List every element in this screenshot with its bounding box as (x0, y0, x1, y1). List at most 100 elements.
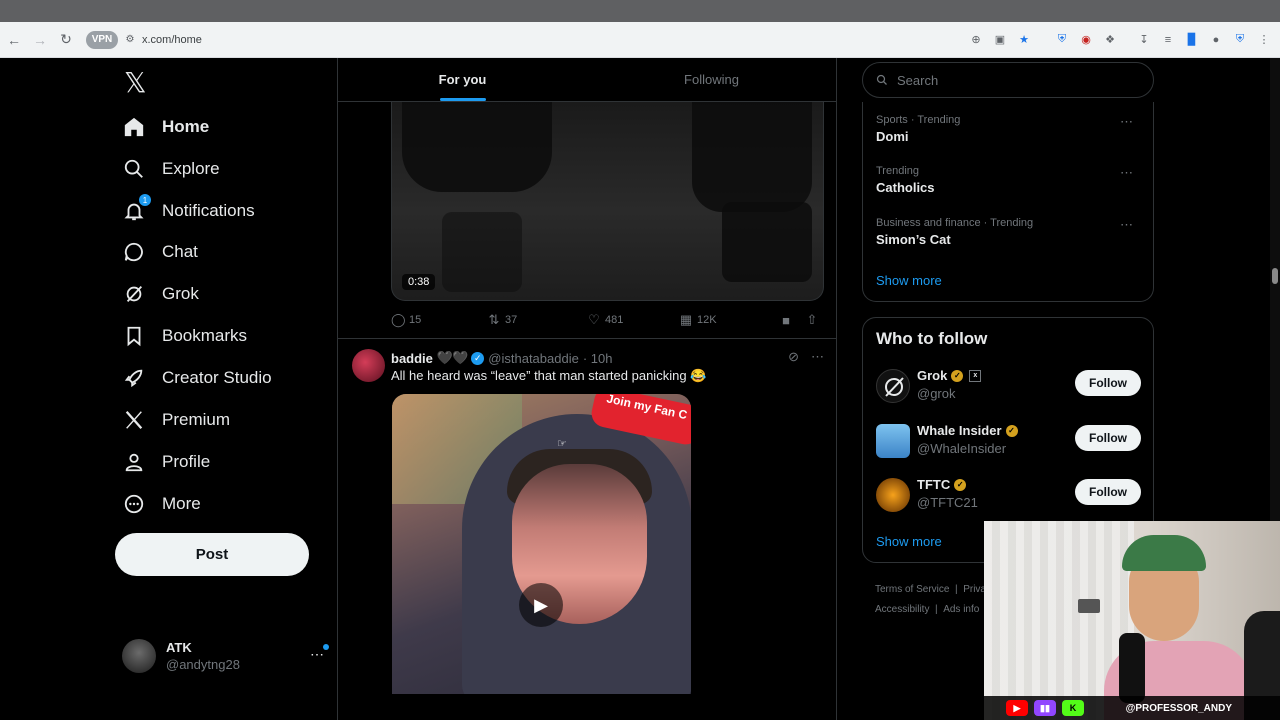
download-icon[interactable]: ↧ (1134, 30, 1154, 50)
accessibility-link[interactable]: Accessibility (875, 604, 929, 615)
follow-button[interactable]: Follow (1075, 370, 1141, 396)
follow-button[interactable]: Follow (1075, 425, 1141, 451)
trend-category: Trending (876, 165, 920, 177)
forward-icon[interactable]: → (28, 28, 52, 52)
vpn-shield-icon[interactable]: ⛨ (1230, 30, 1250, 50)
x-logo-icon[interactable]: 𝕏 (124, 66, 150, 99)
terms-link[interactable]: Terms of Service (875, 584, 949, 595)
rocket-icon (122, 366, 146, 390)
more-horizontal-icon[interactable]: ⋯ (1120, 165, 1133, 181)
repost-button[interactable]: ⇅ 37 (487, 312, 587, 328)
nav-explore[interactable]: Explore (122, 149, 220, 189)
nav-profile[interactable]: Profile (122, 442, 210, 482)
nav-bookmarks[interactable]: Bookmarks (122, 316, 247, 356)
tweet-actions: ◯ 15 ⇅ 37 ♡ 481 ▦ 12K ■ ⇧ (391, 312, 824, 328)
share-button[interactable]: ⇧ (805, 312, 823, 328)
nav-more[interactable]: More (122, 484, 201, 524)
vpn-toggle[interactable]: VPN (86, 30, 118, 49)
bookmark-button[interactable]: ■ (779, 313, 805, 328)
ublock-icon[interactable]: ◉ (1076, 30, 1096, 50)
like-button[interactable]: ♡ 481 (587, 312, 679, 328)
youtube-icon: ▶ (1006, 700, 1028, 716)
trend-item[interactable]: Trending Catholics ⋯ (876, 165, 1141, 195)
tweet-text: All he heard was “leave” that man starte… (391, 368, 707, 383)
post-button[interactable]: Post (115, 533, 309, 576)
video-shape (692, 102, 812, 212)
video-player[interactable]: 0:38 (391, 102, 824, 301)
nav-chat[interactable]: Chat (122, 232, 198, 272)
install-icon[interactable]: ▣ (990, 30, 1010, 50)
tweet-time[interactable]: · 10h (583, 351, 613, 366)
suggestion-name: TFTC (917, 477, 951, 492)
verified-icon: ✓ (471, 351, 485, 365)
video-player[interactable]: Join my Fan C ☞ ▶ (392, 394, 691, 694)
views-button[interactable]: ▦ 12K (679, 312, 779, 328)
tweet[interactable]: baddie 🖤🖤 ✓ @isthatabaddie · 10h ⊘ ⋯ All… (338, 339, 836, 720)
more-horizontal-icon[interactable]: ⋯ (1120, 217, 1133, 233)
follow-suggestion[interactable]: TFTC ✓ @TFTC21 Follow (876, 475, 1141, 515)
scrollbar-thumb[interactable] (1272, 268, 1278, 284)
tweet-author-handle[interactable]: @isthatabaddie (488, 351, 579, 366)
tab-label: For you (438, 72, 487, 87)
more-horizontal-icon[interactable]: ⋯ (310, 646, 324, 663)
account-name: ATK (166, 640, 192, 655)
show-more-trends-link[interactable]: Show more (876, 273, 942, 288)
nav-label: Home (162, 117, 210, 136)
nav-notifications[interactable]: 1 Notifications (122, 191, 255, 231)
suggestion-name: Whale Insider (917, 423, 1002, 438)
address-bar[interactable]: x.com/home (142, 34, 202, 46)
profile-icon[interactable]: ● (1206, 30, 1226, 50)
trend-item[interactable]: Business and finance · Trending Simon’s … (876, 217, 1141, 247)
account-switcher[interactable]: ATK @andytng28 ⋯ (122, 636, 332, 676)
reply-button[interactable]: ◯ 15 (391, 312, 487, 328)
shield-icon[interactable]: ⛨ (1052, 30, 1072, 50)
mouse-cursor-icon: ☞ (557, 438, 567, 450)
nav-creator-studio[interactable]: Creator Studio (122, 358, 272, 398)
more-circle-icon (122, 492, 146, 516)
tab-following[interactable]: Following (587, 58, 836, 101)
show-more-follow-link[interactable]: Show more (876, 534, 942, 549)
nav-label: Premium (162, 410, 231, 429)
more-horizontal-icon[interactable]: ⋯ (811, 349, 824, 365)
xai-badge-icon: x (969, 369, 982, 382)
zoom-icon[interactable]: ⊕ (966, 30, 986, 50)
tab-for-you[interactable]: For you (338, 58, 587, 101)
play-icon[interactable]: ▶ (519, 583, 563, 627)
gold-verified-icon: ✓ (951, 369, 964, 382)
bell-icon: 1 (122, 194, 151, 223)
search-input[interactable]: Search (862, 62, 1154, 98)
menu-icon[interactable]: ⋮ (1254, 30, 1274, 50)
reload-icon[interactable]: ↻ (54, 28, 78, 52)
reading-list-icon[interactable]: ≡ (1158, 30, 1178, 50)
nav-home[interactable]: Home (122, 107, 209, 147)
browser-toolbar: ← → ↻ VPN ⚙ x.com/home ⊕ ▣ ★ ⛨ ◉ ❖ ↧ ≡ ▉… (0, 22, 1280, 58)
star-icon[interactable]: ★ (1014, 30, 1034, 50)
sidebar-icon[interactable]: ▉ (1182, 30, 1202, 50)
tweet-author-name[interactable]: baddie (391, 351, 433, 366)
grok-icon[interactable]: ⊘ (788, 349, 799, 365)
tftc-avatar[interactable] (876, 478, 910, 512)
nav-premium[interactable]: Premium (122, 400, 230, 440)
more-horizontal-icon[interactable]: ⋯ (1120, 114, 1133, 130)
trends-panel: Sports · Trending Domi ⋯ Trending Cathol… (862, 102, 1154, 302)
site-info-icon[interactable]: ⚙ (124, 34, 136, 46)
who-to-follow-title: Who to follow (876, 329, 988, 348)
follow-suggestion[interactable]: Grok ✓ x @grok Follow (876, 366, 1141, 406)
back-icon[interactable]: ← (2, 28, 26, 52)
follow-suggestion[interactable]: Whale Insider ✓ @WhaleInsider Follow (876, 421, 1141, 461)
trend-item[interactable]: Sports · Trending Domi ⋯ (876, 114, 1141, 144)
ads-info-link[interactable]: Ads info (943, 604, 979, 615)
privacy-link[interactable]: Priva (963, 584, 986, 595)
footer-separator: | (935, 604, 938, 615)
streamer-handle: @PROFESSOR_ANDY (1125, 702, 1232, 714)
follow-button[interactable]: Follow (1075, 479, 1141, 505)
nav-grok[interactable]: Grok (122, 274, 199, 314)
left-sidebar: 𝕏 Home Explore 1 Notifications Chat Grok (110, 58, 336, 720)
microphone (1119, 633, 1145, 703)
grok-avatar[interactable] (876, 369, 910, 403)
extensions-icon[interactable]: ❖ (1100, 30, 1120, 50)
whale-avatar[interactable] (876, 424, 910, 458)
avatar[interactable] (352, 349, 385, 382)
trend-category: Business and finance · Trending (876, 217, 1034, 229)
main-feed: 0:38 ◯ 15 ⇅ 37 ♡ 481 ▦ 12K ■ ⇧ baddie 🖤🖤… (337, 58, 837, 720)
